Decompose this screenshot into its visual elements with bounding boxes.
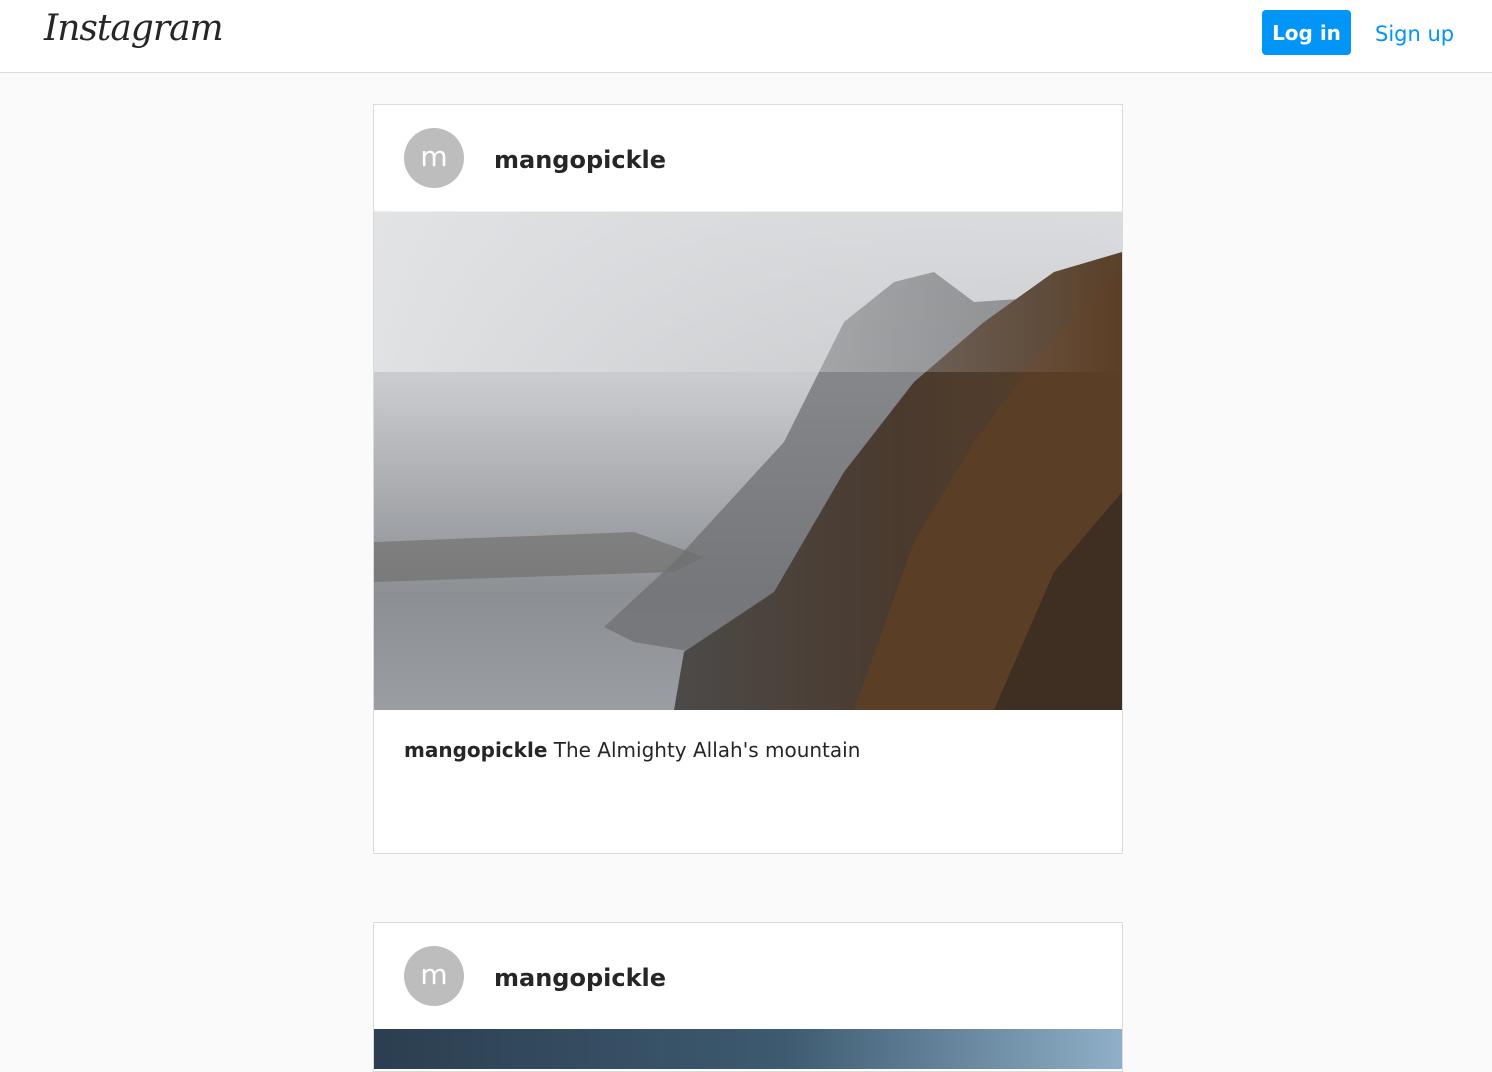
avatar[interactable]: m	[404, 946, 464, 1006]
post-card: m mangopickle	[373, 922, 1123, 1072]
caption-text: The Almighty Allah's mountain	[553, 738, 861, 762]
top-nav-bar: Instagram Log in Sign up	[0, 0, 1492, 73]
post-image[interactable]	[374, 1029, 1122, 1069]
post-caption: mangopickle The Almighty Allah's mountai…	[404, 737, 860, 763]
post-username[interactable]: mangopickle	[494, 145, 666, 175]
post-card: m mangopickle	[373, 104, 1123, 854]
instagram-logo[interactable]: Instagram	[44, 4, 224, 54]
caption-username[interactable]: mangopickle	[404, 738, 547, 762]
signup-link[interactable]: Sign up	[1375, 20, 1454, 48]
post-header: m mangopickle	[374, 105, 1122, 212]
post-username[interactable]: mangopickle	[494, 963, 666, 993]
post-image[interactable]	[374, 212, 1122, 710]
avatar[interactable]: m	[404, 128, 464, 188]
login-button[interactable]: Log in	[1262, 10, 1351, 55]
post-header: m mangopickle	[374, 923, 1122, 1030]
